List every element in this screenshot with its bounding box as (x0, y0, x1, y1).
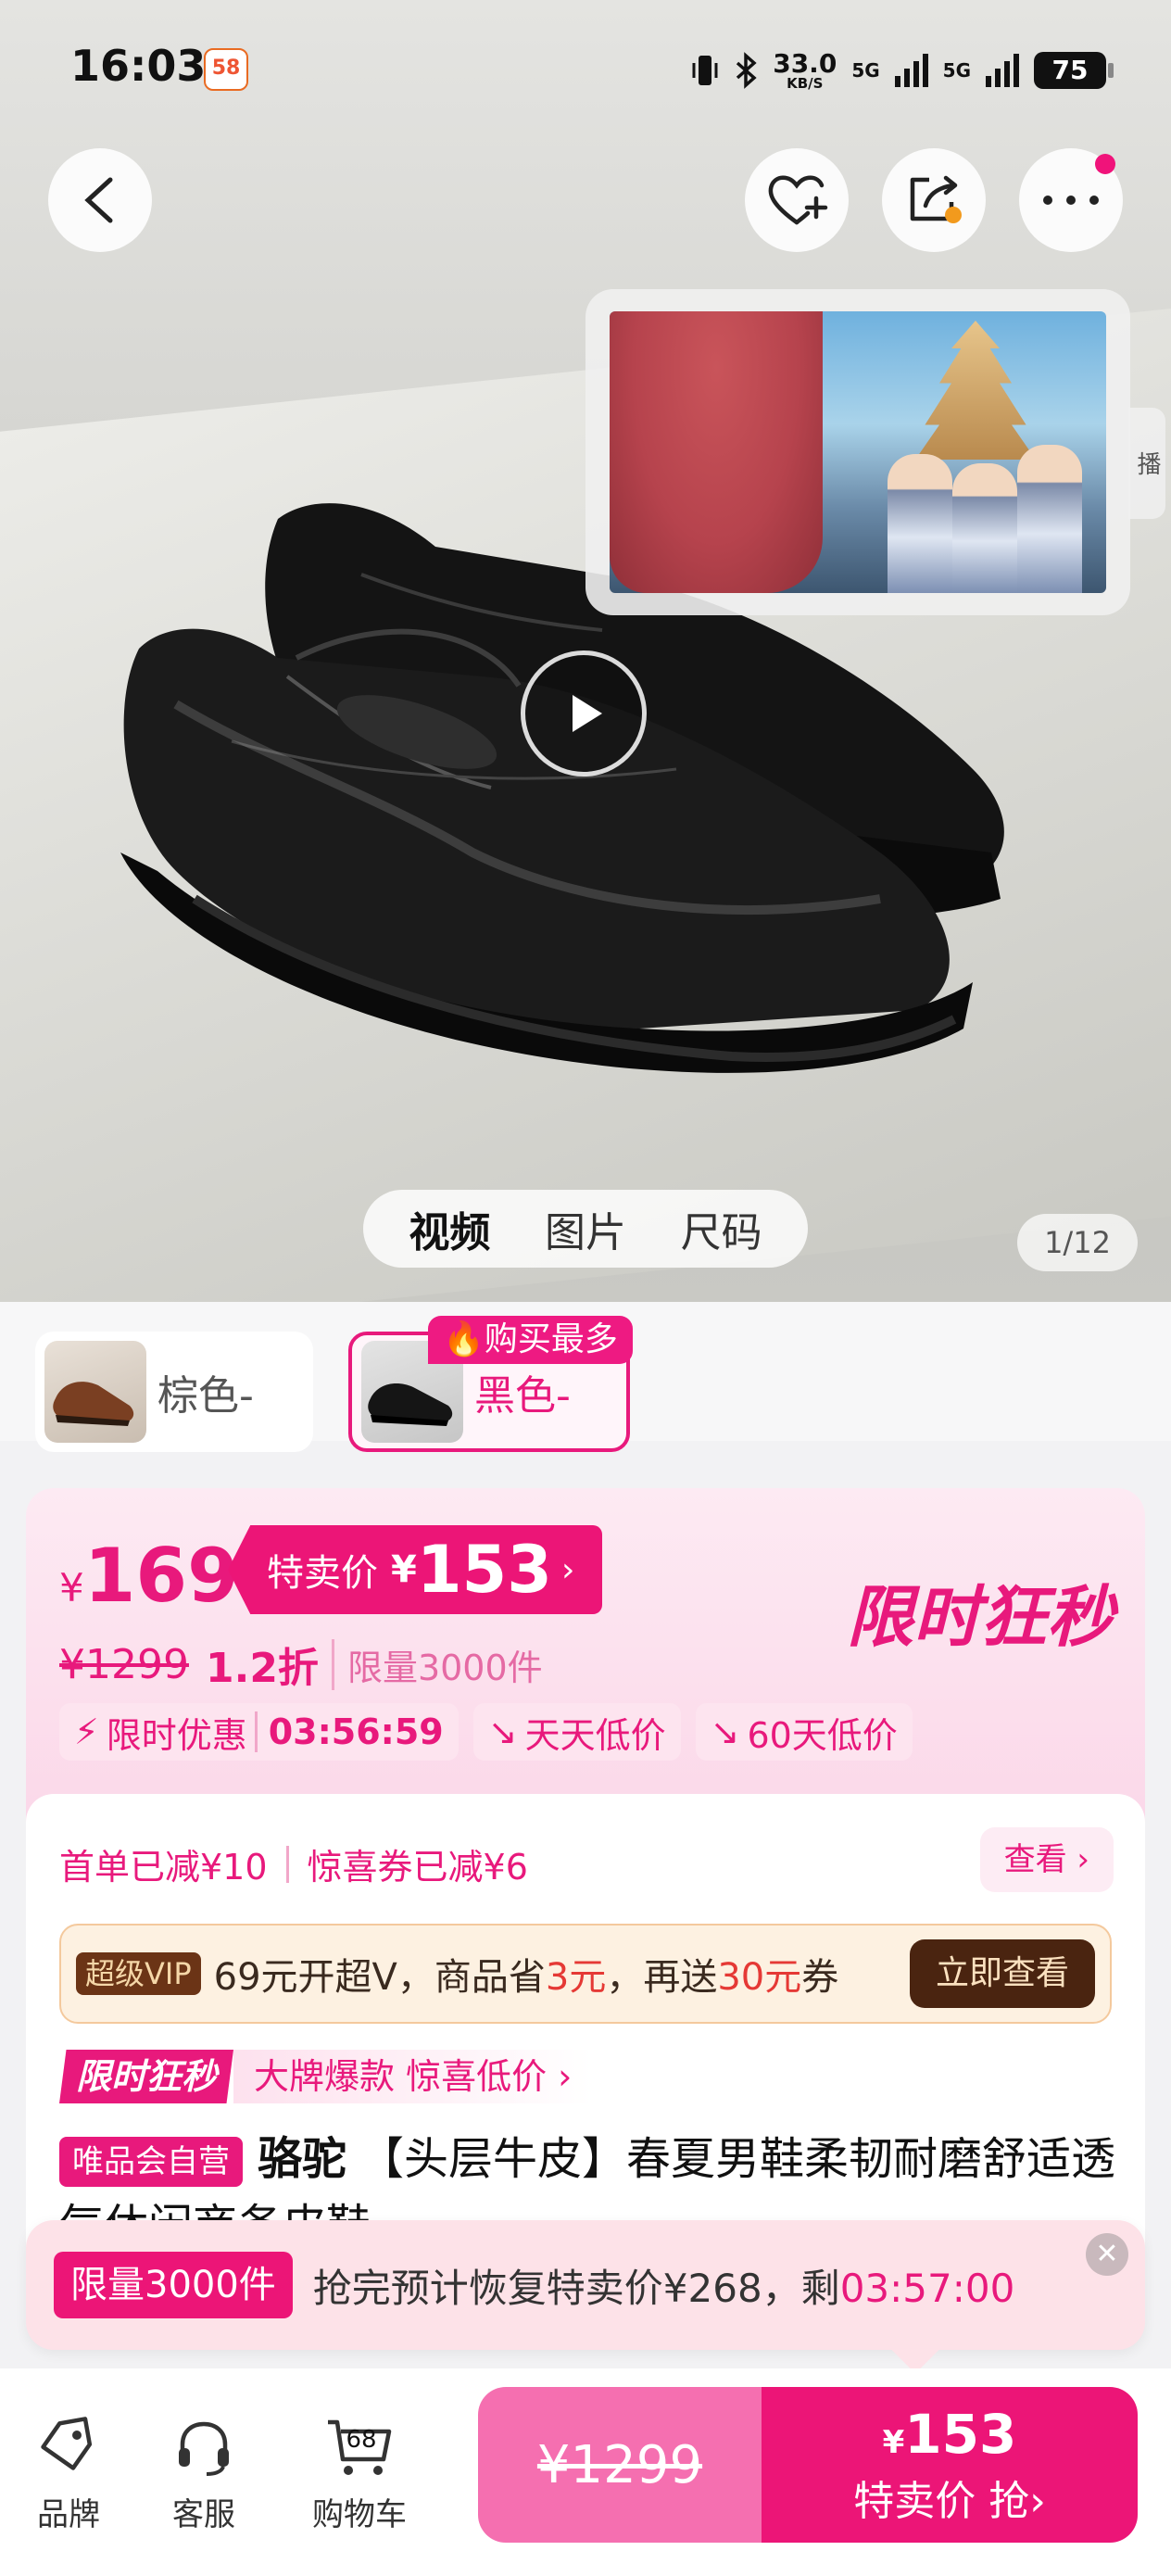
daily-low-price-chip: ↘ 天天低价 (472, 1703, 681, 1761)
share-icon (910, 175, 962, 223)
tab-size[interactable]: 尺码 (681, 1199, 762, 1258)
heart-plus-icon (768, 175, 828, 225)
applied-coupons: 首单已减¥10 惊喜券已减¥6 (59, 1838, 528, 1889)
fire-icon: 🔥 (443, 1320, 485, 1358)
discount-rate: 1.2折 (205, 1645, 319, 1692)
tag-icon (41, 2417, 93, 2470)
vip-promo-text: 69元开超V，商品省3元，再送30元券 (213, 1956, 839, 1999)
network-5g-label-2: 5G (942, 59, 971, 82)
original-price-button[interactable]: ¥1299 (478, 2387, 762, 2543)
vibrate-icon (692, 56, 718, 85)
vip-promo-banner[interactable]: 超级VIP 69元开超V，商品省3元，再送30元券 立即查看 (59, 1924, 1112, 2024)
quota-badge: 限量3000件 (54, 2252, 293, 2318)
brand-nav-button[interactable]: 品牌 (13, 2415, 124, 2534)
product-page: 播 视频 图片 尺码 1/12 16:03 58 33.0 KB/S 5G 5G … (0, 0, 1171, 2576)
status-bar: 16:03 58 33.0 KB/S 5G 5G 75 (0, 0, 1171, 139)
image-pager: 1/12 (1017, 1214, 1138, 1271)
network-speed: 33.0 KB/S (773, 47, 837, 92)
battery-icon: 75 (1034, 52, 1114, 89)
best-seller-badge: 🔥购买最多 (428, 1316, 633, 1364)
vip-view-now-button[interactable]: 立即查看 (909, 1939, 1095, 2008)
play-video-button[interactable] (521, 650, 647, 777)
self-operated-badge: 唯品会自营 (59, 2137, 243, 2187)
tab-video[interactable]: 视频 (409, 1199, 490, 1258)
flash-sale-tag: 限时狂秒 (59, 2050, 234, 2103)
color-label-brown: 棕色- (157, 1372, 254, 1420)
network-5g-label: 5G (851, 59, 880, 82)
signal-2-icon (986, 54, 1019, 87)
surprise-coupon-discount: 惊喜券已减¥6 (307, 1847, 528, 1888)
price-card: ¥169 特卖价 ¥153 › 限时狂秒 ¥1299 1.2折 限量3000件 … (26, 1488, 1145, 1822)
tab-images[interactable]: 图片 (545, 1199, 626, 1258)
notification-dot (1095, 154, 1115, 174)
original-price: ¥1299 (59, 1640, 189, 1688)
brown-shoe-thumbnail (44, 1341, 146, 1443)
media-tabs: 视频 图片 尺码 (363, 1190, 808, 1268)
play-icon (573, 695, 602, 732)
headset-icon (179, 2421, 229, 2476)
view-coupons-button[interactable]: 查看 › (979, 1827, 1114, 1892)
chevron-right-icon: › (1077, 1841, 1089, 1878)
trend-down-icon: ↘ (710, 1711, 740, 1752)
special-price-tag[interactable]: 特卖价 ¥153 › (228, 1525, 603, 1614)
sixty-day-low-chip: ↘ 60天低价 (695, 1703, 913, 1761)
clock: 16:03 (70, 41, 207, 91)
buy-now-button[interactable]: ¥153 特卖价 抢› (762, 2387, 1138, 2543)
bluetooth-icon (737, 52, 757, 89)
limited-offer-chip: ⚡ 限时优惠 03:56:59 (59, 1703, 459, 1761)
more-dots-icon (1043, 196, 1099, 205)
recovery-countdown: 03:57:00 (839, 2265, 1015, 2311)
offer-countdown: 03:56:59 (254, 1711, 444, 1752)
product-media-gallery[interactable]: 播 视频 图片 尺码 1/12 (0, 0, 1171, 1302)
buy-button-group: ¥1299 ¥153 特卖价 抢› (478, 2387, 1138, 2543)
super-vip-badge: 超级VIP (76, 1952, 201, 1995)
close-icon[interactable]: ✕ (1086, 2233, 1128, 2276)
color-label-black: 黑色- (474, 1372, 571, 1420)
share-button[interactable] (882, 148, 986, 252)
brand-name: 骆驼 (258, 2133, 347, 2185)
shopping-cart-button[interactable]: 68 购物车 (295, 2415, 424, 2534)
favorite-button[interactable] (745, 148, 849, 252)
flash-sale-title: 限时狂秒 (846, 1578, 1114, 1656)
floating-video-window[interactable] (586, 289, 1130, 615)
floating-video-frame (610, 311, 1106, 593)
current-price: ¥169 (59, 1533, 239, 1619)
bottom-action-bar: 品牌 客服 68 购物车 ¥1299 ¥153 特卖价 抢› (0, 2368, 1171, 2576)
trend-down-icon: ↘ (487, 1711, 518, 1752)
recovery-message: 抢完预计恢复特卖价¥268，剩03:57:00 (312, 2265, 1015, 2311)
customer-service-button[interactable]: 客服 (148, 2415, 259, 2534)
stock-limit: 限量3000件 (331, 1638, 543, 1690)
back-button[interactable] (48, 148, 152, 252)
color-option-brown[interactable]: 棕色- (35, 1332, 313, 1452)
cart-count: 68 (346, 2426, 377, 2454)
flash-sale-slogan: 大牌爆款 惊喜低价 › (233, 2050, 593, 2103)
first-order-discount: 首单已减¥10 (59, 1847, 268, 1888)
floating-window-side-tab[interactable]: 播 (1128, 408, 1165, 519)
signal-1-icon (894, 54, 928, 87)
chevron-left-icon (84, 177, 113, 223)
flash-sale-strip[interactable]: 限时狂秒 大牌爆款 惊喜低价 › (59, 2050, 593, 2103)
price-recovery-banner: 限量3000件 抢完预计恢复特卖价¥268，剩03:57:00 ✕ (26, 2220, 1145, 2374)
lightning-icon: ⚡ (74, 1711, 99, 1752)
app-notification-icon: 58 (204, 48, 248, 91)
chevron-right-icon: › (560, 1550, 575, 1589)
more-button[interactable] (1019, 148, 1123, 252)
